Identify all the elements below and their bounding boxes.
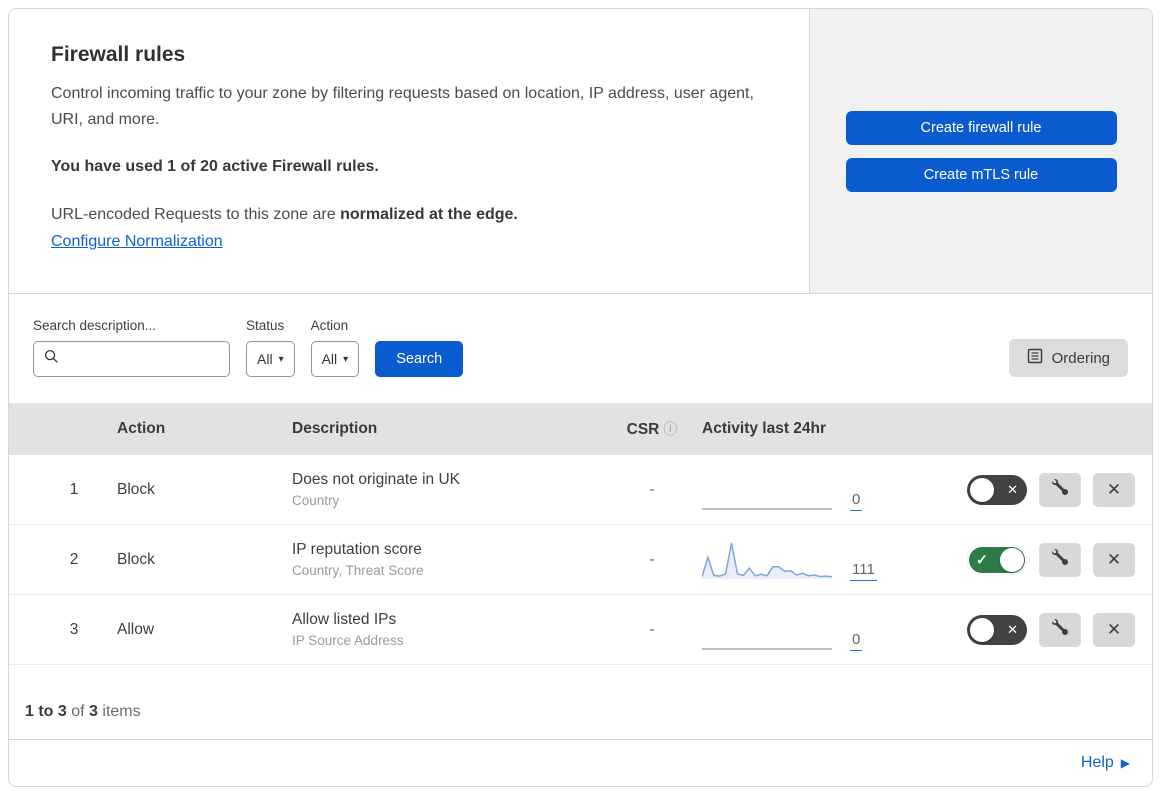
normalization-bold: normalized at the edge.	[340, 205, 518, 223]
edit-rule-button[interactable]	[1039, 612, 1081, 647]
table-header-row: Action Description CSR ⓘ Activity last 24…	[9, 403, 1152, 455]
normalization-prefix: URL-encoded Requests to this zone are	[51, 205, 341, 223]
action-column-header: Action	[117, 420, 166, 437]
action-label: Action	[310, 318, 349, 333]
rule-fields: IP Source Address	[292, 633, 404, 648]
rule-description: Does not originate in UK	[292, 471, 461, 488]
rule-description: Allow listed IPs	[292, 611, 397, 628]
x-icon: ✕	[1106, 479, 1122, 499]
description-column-header: Description	[292, 420, 378, 437]
search-input-wrapper	[33, 341, 248, 377]
search-group: Search description...	[33, 318, 248, 377]
configure-normalization-link[interactable]: Configure Normalization	[51, 233, 223, 251]
rule-activity-cell: 0	[692, 468, 957, 512]
csr-column-header: CSR ⓘ	[626, 421, 678, 438]
x-icon: ✕	[1106, 549, 1122, 569]
ordering-button-label: Ordering	[1051, 349, 1110, 367]
wrench-icon	[1052, 478, 1068, 500]
rule-activity-cell: 0	[692, 608, 957, 652]
rule-csr-cell: -	[649, 620, 655, 638]
activity-sparkline	[702, 647, 832, 650]
activity-count-link[interactable]: 0	[850, 491, 863, 511]
search-icon	[44, 349, 59, 369]
x-icon: ✕	[1106, 619, 1122, 639]
activity-sparkline	[702, 507, 832, 510]
check-icon: ✓	[976, 551, 988, 567]
header-text-panel: Firewall rules Control incoming traffic …	[9, 9, 809, 293]
rule-action: Block	[117, 550, 155, 568]
x-icon: ✕	[1007, 621, 1018, 637]
rule-description: IP reputation score	[292, 541, 422, 558]
rule-enabled-toggle[interactable]: ✓ ✕	[967, 544, 1027, 575]
edit-rule-button[interactable]	[1039, 472, 1081, 507]
activity-count-link[interactable]: 111	[850, 561, 877, 581]
toggle-knob	[970, 477, 994, 502]
ordering-button[interactable]: Ordering	[1008, 339, 1128, 377]
usage-summary: You have used 1 of 20 active Firewall ru…	[51, 157, 379, 175]
normalization-text: URL-encoded Requests to this zone are no…	[51, 202, 767, 228]
ordering-list-icon	[1027, 348, 1043, 368]
help-link[interactable]: Help ▶	[1081, 754, 1130, 772]
rule-csr-cell: -	[649, 480, 655, 498]
delete-rule-button[interactable]: ✕	[1093, 612, 1135, 647]
search-input[interactable]	[67, 351, 248, 367]
create-mtls-rule-button[interactable]: Create mTLS rule	[845, 157, 1117, 192]
rule-priority: 1	[69, 480, 79, 498]
activity-column-header: Activity last 24hr	[702, 420, 827, 437]
rule-controls-cell: ✓ ✕ ✕	[957, 612, 1152, 647]
rule-description-cell: IP reputation score Country, Threat Scor…	[284, 541, 612, 578]
header-description: Control incoming traffic to your zone by…	[51, 85, 754, 129]
rule-fields: Country	[292, 493, 340, 508]
wrench-icon	[1052, 548, 1068, 570]
activity-count-link[interactable]: 0	[850, 631, 863, 651]
firewall-rules-card: Firewall rules Control incoming traffic …	[8, 8, 1153, 787]
rule-description-cell: Allow listed IPs IP Source Address	[284, 611, 612, 648]
info-icon[interactable]: ⓘ	[663, 421, 677, 437]
rule-fields: Country, Threat Score	[292, 563, 424, 578]
action-dropdown-value: All	[321, 351, 338, 367]
status-label: Status	[246, 318, 285, 333]
rule-enabled-toggle[interactable]: ✓ ✕	[967, 614, 1027, 645]
chevron-down-icon: ▾	[343, 353, 349, 365]
search-label: Search description...	[33, 318, 157, 333]
arrow-right-icon: ▶	[1120, 756, 1130, 770]
toggle-knob	[970, 617, 994, 642]
filter-bar: Search description... Status All ▾ Actio…	[9, 294, 1152, 403]
page-title: Firewall rules	[51, 43, 186, 66]
wrench-icon	[1052, 618, 1068, 640]
delete-rule-button[interactable]: ✕	[1093, 472, 1135, 507]
chevron-down-icon: ▾	[278, 353, 284, 365]
table-row: 3 Allow Allow listed IPs IP Source Addre…	[9, 595, 1152, 665]
rule-controls-cell: ✓ ✕ ✕	[957, 542, 1152, 577]
create-firewall-rule-button[interactable]: Create firewall rule	[845, 110, 1117, 145]
header-actions-panel: Create firewall rule Create mTLS rule	[809, 9, 1152, 293]
toggle-knob	[1000, 547, 1024, 572]
edit-rule-button[interactable]	[1039, 542, 1081, 577]
table-row: 1 Block Does not originate in UK Country…	[9, 455, 1152, 525]
rule-priority: 2	[69, 550, 79, 568]
rule-description-cell: Does not originate in UK Country	[284, 471, 612, 508]
rule-controls-cell: ✓ ✕ ✕	[957, 472, 1152, 507]
rule-enabled-toggle[interactable]: ✓ ✕	[967, 474, 1027, 505]
rule-action: Allow	[117, 620, 155, 638]
status-dropdown[interactable]: All ▾	[246, 341, 295, 377]
rule-action: Block	[117, 480, 155, 498]
status-filter-group: Status All ▾	[246, 318, 295, 377]
rule-priority: 3	[69, 620, 79, 638]
firewall-rules-page: Firewall rules Control incoming traffic …	[0, 0, 1161, 791]
delete-rule-button[interactable]: ✕	[1093, 542, 1135, 577]
x-icon: ✕	[1007, 481, 1018, 497]
header-section: Firewall rules Control incoming traffic …	[9, 9, 1152, 294]
rule-activity-cell: 111	[692, 538, 957, 582]
activity-sparkline	[702, 542, 832, 579]
action-filter-group: Action All ▾	[310, 318, 360, 377]
search-button[interactable]: Search	[375, 341, 464, 377]
action-dropdown[interactable]: All ▾	[310, 341, 360, 377]
help-bar: Help ▶	[9, 740, 1152, 786]
table-row: 2 Block IP reputation score Country, Thr…	[9, 525, 1152, 595]
rule-csr-cell: -	[649, 550, 655, 568]
status-dropdown-value: All	[257, 351, 273, 367]
pagination-summary: 1 to 3 of 3 items	[9, 665, 1152, 740]
